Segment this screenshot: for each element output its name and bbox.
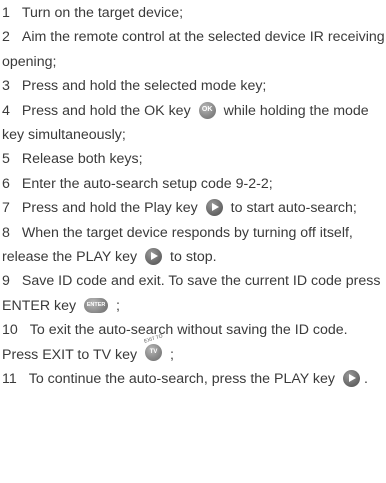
exit-to-tv-key-icon bbox=[145, 343, 163, 361]
step-text: Release both keys; bbox=[21, 151, 143, 168]
step-number: 5 bbox=[2, 151, 10, 168]
step-number: 7 bbox=[2, 200, 10, 217]
step-number: 10 bbox=[2, 322, 18, 339]
play-key-icon bbox=[205, 199, 223, 217]
step-5: 5 Release both keys; bbox=[2, 147, 386, 171]
step-text: To exit the auto-search without saving t… bbox=[2, 322, 348, 363]
step-text-continued: ; bbox=[170, 346, 174, 363]
step-2: 2 Aim the remote control at the selected … bbox=[2, 25, 386, 74]
step-3: 3 Press and hold the selected mode key; bbox=[2, 74, 386, 98]
step-text: Press and hold the selected mode key; bbox=[21, 78, 267, 95]
step-text: To continue the auto-search, press the P… bbox=[28, 371, 335, 388]
step-number: 4 bbox=[2, 102, 10, 119]
step-text-continued: ; bbox=[116, 297, 120, 314]
step-4: 4Press and hold the OK key while holding… bbox=[2, 99, 386, 148]
step-number: 3 bbox=[2, 78, 10, 95]
instruction-list: 1 Turn on the target device; 2 Aim the rem… bbox=[0, 0, 386, 392]
step-6: 6 Enter the auto-search setup code 9-2-2; bbox=[2, 172, 386, 196]
step-1: 1 Turn on the target device; bbox=[2, 1, 386, 25]
step-text: Enter the auto-search setup code 9-2-2; bbox=[21, 175, 273, 192]
step-text-continued: to stop. bbox=[170, 249, 217, 266]
step-number: 1 bbox=[2, 5, 10, 21]
ok-key-icon bbox=[198, 101, 216, 119]
step-text-continued: to start auto-search; bbox=[230, 200, 357, 217]
step-11: 11 To continue the auto-search, press the… bbox=[2, 367, 386, 391]
play-key-icon bbox=[342, 370, 360, 388]
play-key-icon bbox=[145, 248, 163, 266]
step-number: 8 bbox=[2, 224, 10, 241]
step-number: 9 bbox=[2, 273, 10, 290]
step-number: 6 bbox=[2, 175, 10, 192]
step-10: 10 To exit the auto-search without saving… bbox=[2, 318, 386, 367]
step-number: 2 bbox=[2, 29, 10, 46]
step-text-continued: . bbox=[363, 371, 368, 388]
step-text: Turn on the target device; bbox=[21, 5, 184, 21]
step-text: Press and hold the Play key bbox=[21, 200, 198, 217]
step-9: 9 Save ID code and exit. To save the curr… bbox=[2, 269, 386, 318]
step-8: 8 When the target device responds by turn… bbox=[2, 221, 386, 270]
enter-key-icon bbox=[84, 297, 109, 313]
step-text: Save ID code and exit. To save the curre… bbox=[2, 273, 381, 314]
step-text: Aim the remote control at the selected d… bbox=[2, 29, 385, 70]
step-text: Press and hold the OK key bbox=[21, 102, 191, 119]
step-number: 11 bbox=[2, 371, 17, 388]
step-7: 7 Press and hold the Play key to start au… bbox=[2, 196, 386, 220]
